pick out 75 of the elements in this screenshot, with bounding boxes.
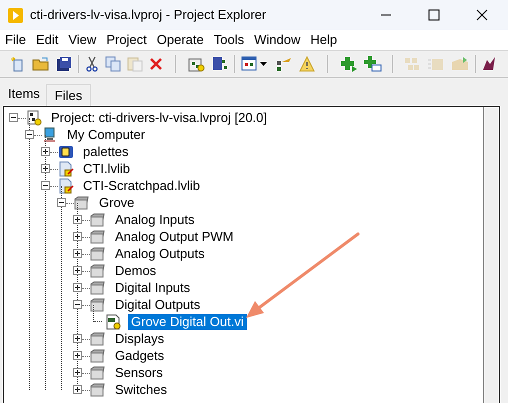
menu-item[interactable]: View [63,30,102,50]
tree-item[interactable]: Analog Output PWM [112,228,236,244]
scrollbar[interactable] [483,107,499,403]
view-dropdown-icon[interactable] [241,56,269,72]
window-title: cti-drivers-lv-visa.lvproj - Project Explorer [30,6,266,24]
tree-item[interactable]: My Computer [64,126,148,142]
expand-toggle[interactable] [73,368,82,377]
collapse-toggle[interactable] [41,181,50,190]
folder-icon [74,194,90,210]
folder-icon [90,262,106,278]
menu-item[interactable]: Window [249,30,306,50]
folder-icon [90,212,106,228]
add-plus-icon[interactable] [340,56,358,72]
folder-icon [90,228,106,244]
menu-item[interactable]: Operate [152,30,209,50]
menu-item[interactable]: Tools [208,30,250,50]
expand-toggle[interactable] [73,266,82,275]
expand-toggle[interactable] [41,164,50,173]
tree-item[interactable]: Digital Inputs [112,280,194,296]
tree-item[interactable]: Gadgets [112,348,168,364]
collapse-toggle[interactable] [25,130,34,139]
menu-item[interactable]: File [0,30,31,50]
tree-item[interactable]: Analog Inputs [112,212,198,228]
project-icon [26,110,42,126]
expand-toggle[interactable] [73,232,82,241]
tree-item[interactable]: Sensors [112,364,166,380]
save-icon[interactable] [212,56,228,72]
expand-toggle[interactable] [73,385,82,394]
library-icon [58,160,74,176]
tab[interactable]: Files [46,84,92,106]
folder-icon [90,296,106,312]
tree-item[interactable]: Grove [96,194,138,210]
cut-icon[interactable] [85,56,99,72]
expand-toggle[interactable] [73,249,82,258]
computer-icon [42,126,58,142]
warning-icon[interactable] [299,56,315,72]
expand-toggle[interactable] [41,147,50,156]
tree-item[interactable]: CTI.lvlib [80,160,133,176]
app-icon [8,8,23,22]
expand-toggle[interactable] [73,283,82,292]
delete-icon[interactable] [149,57,163,71]
tree-item[interactable]: Project: cti-drivers-lv-visa.lvproj [20.0] [48,110,270,126]
folder-icon [90,348,106,364]
folder-icon [90,364,106,380]
tree-item[interactable]: Displays [112,330,168,346]
collapse-toggle[interactable] [73,300,82,309]
collapse-toggle[interactable] [9,113,18,122]
folder-icon [90,330,106,346]
save-all-icon[interactable] [56,56,72,72]
tree-item[interactable]: CTI-Scratchpad.lvlib [80,178,204,194]
expand-toggle[interactable] [73,351,82,360]
library-icon [58,178,74,194]
tree-item[interactable]: palettes [80,144,132,160]
palette-folder-icon [58,144,74,160]
tree-item[interactable]: Grove Digital Out.vi [128,314,247,330]
collapse-toggle[interactable] [57,198,66,207]
tree-item[interactable]: Switches [112,382,170,398]
add-window-icon[interactable] [364,56,382,72]
expand-toggle[interactable] [73,334,82,343]
folder-icon [90,382,106,398]
close-icon[interactable] [476,9,488,21]
menu-item[interactable]: Edit [30,30,64,50]
build-icon[interactable] [188,56,206,72]
maximize-icon[interactable] [428,9,440,21]
vi-file-icon [106,314,122,330]
tree-item[interactable]: Demos [112,262,160,278]
open-folder-icon[interactable] [32,56,50,72]
copy-icon[interactable] [105,56,121,72]
menu-item[interactable]: Help [305,30,342,50]
folder-icon [90,280,106,296]
expand-toggle[interactable] [73,215,82,224]
menu-item[interactable]: Project [101,30,152,50]
folder-icon [90,246,106,262]
tree-item[interactable]: Digital Outputs [112,296,204,312]
tree-item[interactable]: Analog Outputs [112,246,208,262]
